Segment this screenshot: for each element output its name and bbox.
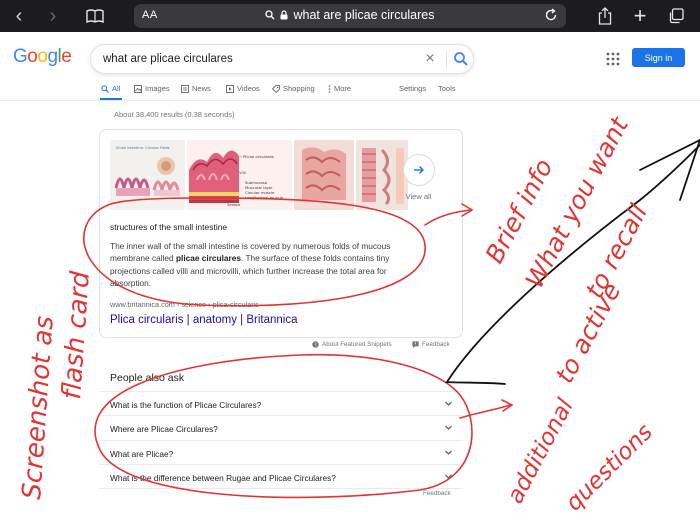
paa-question[interactable]: What are Plicae?	[99, 440, 463, 464]
chevron-down-icon	[445, 425, 452, 430]
tab-news[interactable]: News	[181, 84, 211, 93]
image-label: Villi	[239, 170, 246, 175]
tab-more-label: More	[334, 84, 352, 93]
tab-all-label: All	[112, 84, 121, 93]
chevron-down-icon	[445, 474, 452, 479]
logo-letter: o	[27, 46, 38, 67]
snippet-result-link[interactable]: Plica circularis | anatomy | Britannica	[110, 314, 298, 326]
back-icon[interactable]: ‹	[10, 5, 28, 27]
share-icon[interactable]	[596, 6, 614, 26]
people-also-ask-title: People also ask	[110, 372, 185, 384]
snippet-heading: structures of the small intestine	[110, 222, 228, 232]
image-caption: Small intestine: Circular Folds	[116, 146, 170, 150]
snippet-image-1[interactable]: Small intestine: Circular Folds	[110, 140, 185, 210]
image-icon	[134, 84, 142, 93]
search-box[interactable]: what are plicae circulares ×	[90, 44, 474, 74]
paa-question-text: What is the difference between Rugae and…	[110, 473, 336, 483]
view-all-label: View all	[405, 192, 432, 201]
video-icon	[226, 84, 234, 93]
chevron-down-icon	[445, 401, 452, 406]
tab-news-label: News	[192, 84, 211, 93]
address-bar[interactable]: AA what are plicae circulares	[134, 4, 566, 28]
tab-settings-label: Settings	[399, 84, 427, 93]
tab-images-label: Images	[145, 84, 170, 93]
annotation-text: flash card	[57, 270, 96, 401]
bookmarks-icon[interactable]	[84, 6, 106, 26]
snippet-image-2[interactable]: Plicae circulares Villi Submucosa Muscul…	[187, 140, 292, 210]
annotation-text: What you want	[520, 111, 635, 292]
annotation-black-arrow	[445, 144, 700, 385]
about-featured-snippets-link[interactable]: ? About Featured Snippets	[312, 341, 392, 348]
annotation-text: to recall	[580, 199, 653, 302]
result-stats: About 38,400 results (0.38 seconds)	[114, 110, 235, 119]
help-icon: ?	[312, 341, 319, 348]
paa-question[interactable]: Where are Plicae Circulares?	[99, 415, 463, 439]
tab-tools-label: Tools	[438, 84, 456, 93]
tab-shopping-label: Shopping	[283, 84, 315, 93]
search-icon	[101, 84, 109, 93]
tab-all[interactable]: All	[101, 84, 120, 93]
image-label: Longitudinal muscle	[245, 195, 284, 200]
tab-more[interactable]: More	[328, 84, 351, 93]
tabs-icon[interactable]	[666, 6, 686, 26]
logo-letter: G	[13, 46, 28, 67]
paa-question-text: What is the function of Plicae Circulare…	[110, 400, 262, 410]
nav-divider	[0, 100, 700, 101]
annotation-text: Brief info	[480, 154, 559, 268]
paa-question-text: Where are Plicae Circulares?	[110, 424, 218, 434]
browser-toolbar: ‹ › AA what are plicae circulares +	[0, 0, 700, 32]
search-divider	[446, 51, 447, 69]
tab-videos-label: Videos	[237, 84, 260, 93]
featured-snippet: Small intestine: Circular Folds Plicae c…	[99, 129, 463, 338]
clear-icon[interactable]: ×	[422, 51, 438, 67]
annotation-text: to active	[550, 278, 627, 388]
paa-divider	[99, 488, 463, 489]
url-text: what are plicae circulares	[293, 8, 435, 22]
paa-question[interactable]: What is the difference between Rugae and…	[99, 464, 463, 488]
lock-icon	[280, 10, 288, 20]
tab-settings[interactable]: Settings	[399, 84, 426, 93]
more-vert-icon	[328, 84, 331, 93]
tab-shopping[interactable]: Shopping	[272, 84, 315, 93]
tab-tools[interactable]: Tools	[438, 84, 456, 93]
feedback-link[interactable]: Feedback	[423, 490, 451, 497]
new-tab-icon[interactable]: +	[630, 3, 650, 28]
annotation-text: additional	[502, 394, 579, 508]
about-featured-snippets-label: About Featured Snippets	[322, 341, 392, 348]
svg-text:?: ?	[314, 342, 317, 348]
tab-images[interactable]: Images	[134, 84, 170, 93]
sign-in-button[interactable]: Sign in	[632, 48, 685, 67]
feedback-link[interactable]: Feedback	[412, 341, 450, 348]
search-icon[interactable]	[453, 51, 469, 67]
logo-letter: o	[37, 46, 48, 67]
paa-question[interactable]: What is the function of Plicae Circulare…	[99, 391, 463, 415]
paa-question-text: What are Plicae?	[110, 449, 174, 459]
google-logo[interactable]: Google	[13, 46, 72, 68]
image-label: Serosa	[227, 202, 240, 207]
forward-icon[interactable]: ›	[44, 5, 62, 27]
image-label: Plicae circulares	[243, 154, 274, 159]
news-icon	[181, 84, 189, 93]
annotation-text: Screenshot as	[17, 315, 60, 500]
chevron-down-icon	[445, 450, 452, 455]
snippet-highlight: plicae circulares	[175, 253, 241, 264]
reload-icon[interactable]	[544, 8, 558, 22]
tab-videos[interactable]: Videos	[226, 84, 260, 93]
snippet-text: The inner wall of the small intestine is…	[110, 240, 420, 289]
search-icon	[265, 10, 275, 20]
apps-grid-icon[interactable]	[606, 52, 620, 66]
snippet-source-url: www.britannica.com › science › plica-cir…	[110, 300, 259, 309]
logo-letter: e	[61, 46, 72, 67]
feedback-label: Feedback	[422, 341, 450, 348]
logo-letter: g	[47, 46, 58, 67]
tag-icon	[272, 84, 280, 93]
snippet-image-3[interactable]	[294, 140, 354, 210]
arrow-right-icon	[403, 154, 435, 186]
view-all-button[interactable]: View all	[401, 154, 437, 201]
annotation-arrow	[459, 404, 511, 419]
search-input[interactable]: what are plicae circulares	[103, 53, 233, 65]
annotation-text: questions	[561, 419, 658, 513]
feedback-icon	[412, 341, 419, 348]
